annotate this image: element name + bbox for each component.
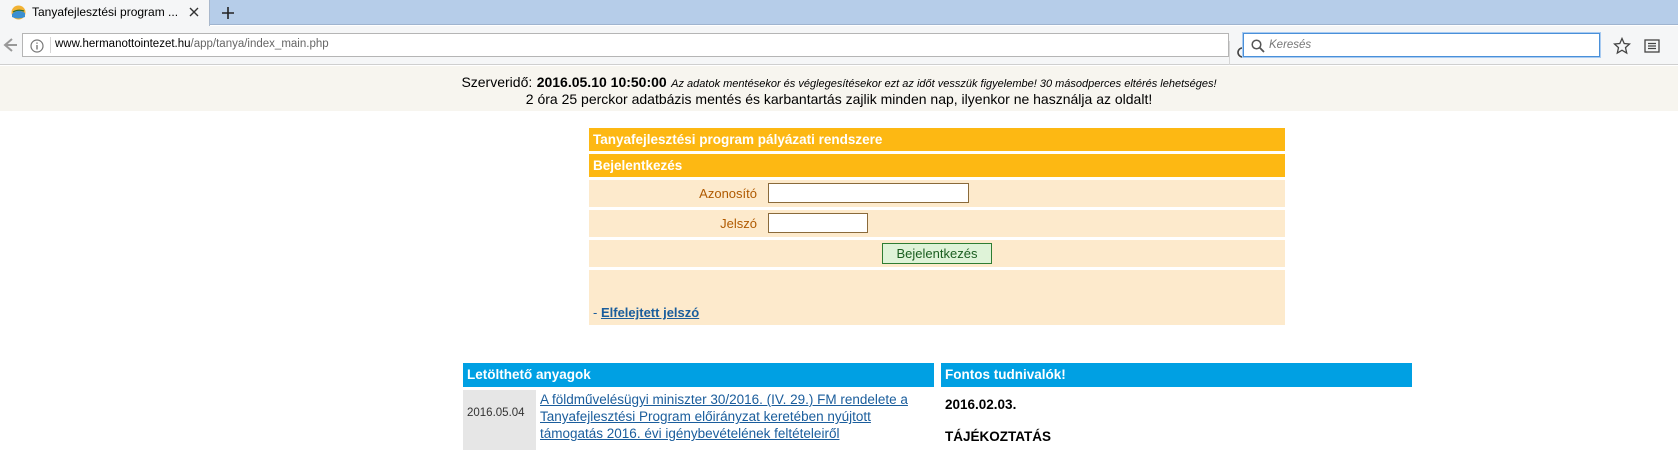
site-favicon-icon	[11, 5, 26, 20]
list-item: 2016.05.04 A földművelésügyi miniszter 3…	[463, 390, 934, 450]
search-bar[interactable]	[1243, 33, 1600, 57]
username-label: Azonosító	[699, 186, 757, 201]
downloads-panel: Letölthető anyagok 2016.05.04 A földműve…	[463, 363, 934, 450]
close-tab-icon[interactable]	[186, 4, 202, 20]
server-notice: Szerveridő: 2016.05.10 10:50:00 Az adato…	[0, 66, 1678, 111]
server-time-label: Szerveridő:	[461, 74, 533, 90]
search-icon	[1251, 38, 1265, 53]
address-bar[interactable]: www.hermanottointezet.hu/app/tanya/index…	[22, 33, 1249, 65]
forgot-prefix: -	[593, 305, 601, 320]
url-path: /app/tanya/index_main.php	[190, 38, 329, 50]
url-text[interactable]: www.hermanottointezet.hu/app/tanya/index…	[55, 38, 329, 50]
password-row: Jelszó	[589, 210, 1285, 237]
url-host: www.hermanottointezet.hu	[55, 38, 191, 50]
password-input[interactable]	[768, 213, 868, 233]
login-section-title: Bejelentkezés	[589, 154, 1285, 177]
login-panel: Tanyafejlesztési program pályázati rends…	[589, 128, 1285, 325]
url-divider	[50, 37, 51, 53]
browser-tab[interactable]: Tanyafejlesztési program ...	[0, 0, 210, 26]
search-input[interactable]	[1269, 36, 1589, 54]
info-icon[interactable]	[30, 38, 44, 53]
new-tab-icon[interactable]	[218, 3, 238, 23]
download-date: 2016.05.04	[463, 390, 536, 450]
news-title: Fontos tudnivalók!	[941, 363, 1412, 387]
bookmark-star-icon[interactable]	[1612, 36, 1632, 55]
news-date: 2016.02.03.	[945, 397, 1017, 412]
downloads-title: Letölthető anyagok	[463, 363, 934, 387]
password-label: Jelszó	[720, 216, 757, 231]
server-time-value: 2016.05.10 10:50:00	[536, 74, 667, 90]
news-panel: Fontos tudnivalók! 2016.02.03. TÁJÉKOZTA…	[941, 363, 1412, 444]
tab-title: Tanyafejlesztési program ...	[32, 5, 179, 19]
nav-bar: www.hermanottointezet.hu/app/tanya/index…	[0, 26, 1678, 65]
server-time-line: Szerveridő: 2016.05.10 10:50:00 Az adato…	[0, 74, 1678, 92]
server-time-note: Az adatok mentésekor és véglegesítésekor…	[671, 78, 1217, 90]
back-arrow-icon[interactable]	[0, 36, 18, 54]
download-link[interactable]: A földművelésügyi miniszter 30/2016. (IV…	[540, 391, 932, 442]
reading-list-icon[interactable]	[1643, 37, 1661, 55]
username-row: Azonosító	[589, 180, 1285, 207]
forgot-password-link[interactable]: Elfelejtett jelszó	[601, 305, 699, 320]
system-title: Tanyafejlesztési program pályázati rends…	[589, 128, 1285, 151]
login-footer: - Elfelejtett jelszó	[589, 270, 1285, 325]
maintenance-notice: 2 óra 25 perckor adatbázis mentés és kar…	[525, 91, 1153, 107]
tab-bar: Tanyafejlesztési program ...	[0, 0, 1678, 26]
submit-row: Bejelentkezés	[589, 240, 1285, 267]
username-input[interactable]	[768, 183, 969, 203]
login-button[interactable]: Bejelentkezés	[882, 243, 992, 264]
forgot-password-line: - Elfelejtett jelszó	[593, 305, 699, 320]
